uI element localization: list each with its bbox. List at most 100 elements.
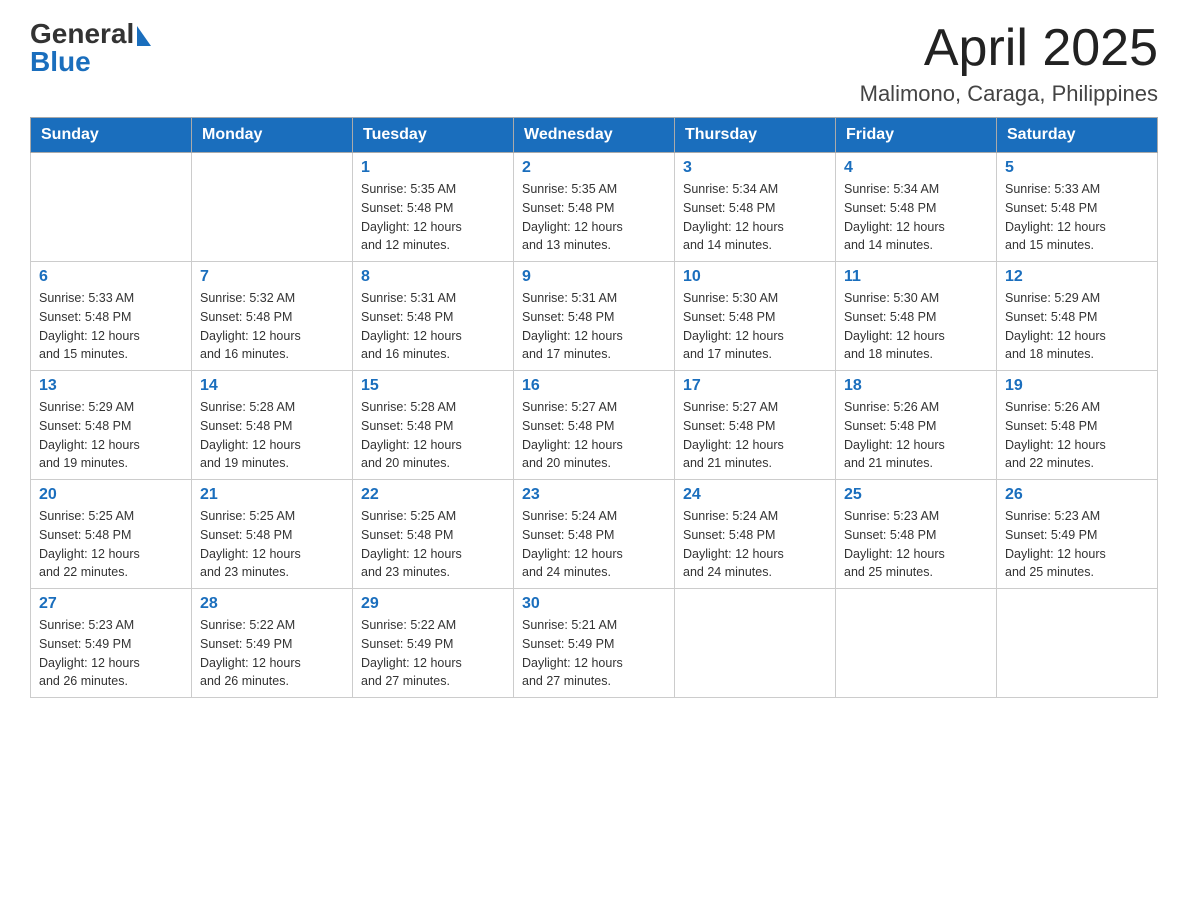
- day-number: 22: [361, 486, 505, 504]
- calendar-cell: 18 Sunrise: 5:26 AMSunset: 5:48 PMDayligh…: [836, 371, 997, 480]
- week-row-5: 27 Sunrise: 5:23 AMSunset: 5:49 PMDayligh…: [31, 589, 1158, 698]
- header-day-friday: Friday: [836, 118, 997, 153]
- header-day-wednesday: Wednesday: [514, 118, 675, 153]
- calendar-cell: [31, 153, 192, 262]
- calendar-cell: 23 Sunrise: 5:24 AMSunset: 5:48 PMDayligh…: [514, 480, 675, 589]
- day-info: Sunrise: 5:34 AMSunset: 5:48 PMDaylight:…: [683, 180, 827, 255]
- day-number: 20: [39, 486, 183, 504]
- calendar-cell: 21 Sunrise: 5:25 AMSunset: 5:48 PMDayligh…: [192, 480, 353, 589]
- day-number: 30: [522, 595, 666, 613]
- calendar-cell: 14Sunrise: 5:28 AMSunset: 5:48 PMDayligh…: [192, 371, 353, 480]
- calendar-cell: 1Sunrise: 5:35 AMSunset: 5:48 PMDaylight…: [353, 153, 514, 262]
- day-info: Sunrise: 5:35 AMSunset: 5:48 PMDaylight:…: [361, 180, 505, 255]
- day-info: Sunrise: 5:22 AMSunset: 5:49 PMDaylight:…: [200, 616, 344, 691]
- day-info: Sunrise: 5:26 AMSunset: 5:48 PMDaylight:…: [844, 398, 988, 473]
- day-info: Sunrise: 5:32 AMSunset: 5:48 PMDaylight:…: [200, 289, 344, 364]
- calendar-cell: 9Sunrise: 5:31 AMSunset: 5:48 PMDaylight…: [514, 262, 675, 371]
- day-number: 12: [1005, 268, 1149, 286]
- day-info: Sunrise: 5:27 AMSunset: 5:48 PMDaylight:…: [522, 398, 666, 473]
- day-number: 9: [522, 268, 666, 286]
- calendar-cell: 12 Sunrise: 5:29 AMSunset: 5:48 PMDayligh…: [997, 262, 1158, 371]
- logo-triangle-icon: [137, 26, 151, 46]
- week-row-2: 6 Sunrise: 5:33 AMSunset: 5:48 PMDaylight…: [31, 262, 1158, 371]
- day-info: Sunrise: 5:29 AMSunset: 5:48 PMDaylight:…: [39, 398, 183, 473]
- day-info: Sunrise: 5:23 AMSunset: 5:49 PMDaylight:…: [1005, 507, 1149, 582]
- header-day-tuesday: Tuesday: [353, 118, 514, 153]
- day-number: 18: [844, 377, 988, 395]
- day-info: Sunrise: 5:30 AMSunset: 5:48 PMDaylight:…: [844, 289, 988, 364]
- calendar-cell: 15 Sunrise: 5:28 AMSunset: 5:48 PMDayligh…: [353, 371, 514, 480]
- day-info: Sunrise: 5:30 AMSunset: 5:48 PMDaylight:…: [683, 289, 827, 364]
- day-info: Sunrise: 5:25 AMSunset: 5:48 PMDaylight:…: [361, 507, 505, 582]
- calendar-cell: 20Sunrise: 5:25 AMSunset: 5:48 PMDayligh…: [31, 480, 192, 589]
- day-info: Sunrise: 5:35 AMSunset: 5:48 PMDaylight:…: [522, 180, 666, 255]
- calendar-cell: 29 Sunrise: 5:22 AMSunset: 5:49 PMDayligh…: [353, 589, 514, 698]
- day-info: Sunrise: 5:24 AMSunset: 5:48 PMDaylight:…: [522, 507, 666, 582]
- header-row: SundayMondayTuesdayWednesdayThursdayFrid…: [31, 118, 1158, 153]
- calendar-cell: 28 Sunrise: 5:22 AMSunset: 5:49 PMDayligh…: [192, 589, 353, 698]
- day-number: 11: [844, 268, 988, 286]
- logo: General Blue: [30, 20, 151, 76]
- day-number: 29: [361, 595, 505, 613]
- header-day-sunday: Sunday: [31, 118, 192, 153]
- calendar-cell: 24Sunrise: 5:24 AMSunset: 5:48 PMDayligh…: [675, 480, 836, 589]
- location-subtitle: Malimono, Caraga, Philippines: [860, 81, 1158, 107]
- day-number: 6: [39, 268, 183, 286]
- calendar-cell: 30Sunrise: 5:21 AMSunset: 5:49 PMDayligh…: [514, 589, 675, 698]
- day-info: Sunrise: 5:33 AMSunset: 5:48 PMDaylight:…: [39, 289, 183, 364]
- day-info: Sunrise: 5:29 AMSunset: 5:48 PMDaylight:…: [1005, 289, 1149, 364]
- day-number: 27: [39, 595, 183, 613]
- day-info: Sunrise: 5:26 AMSunset: 5:48 PMDaylight:…: [1005, 398, 1149, 473]
- calendar-cell: 13 Sunrise: 5:29 AMSunset: 5:48 PMDayligh…: [31, 371, 192, 480]
- calendar-cell: 2 Sunrise: 5:35 AMSunset: 5:48 PMDaylight…: [514, 153, 675, 262]
- day-number: 3: [683, 159, 827, 177]
- calendar-cell: 27 Sunrise: 5:23 AMSunset: 5:49 PMDayligh…: [31, 589, 192, 698]
- day-number: 24: [683, 486, 827, 504]
- day-info: Sunrise: 5:31 AMSunset: 5:48 PMDaylight:…: [361, 289, 505, 364]
- calendar-table: SundayMondayTuesdayWednesdayThursdayFrid…: [30, 117, 1158, 698]
- title-section: April 2025 Malimono, Caraga, Philippines: [860, 20, 1158, 107]
- day-number: 25: [844, 486, 988, 504]
- day-number: 23: [522, 486, 666, 504]
- day-number: 10: [683, 268, 827, 286]
- day-info: Sunrise: 5:23 AMSunset: 5:49 PMDaylight:…: [39, 616, 183, 691]
- header-day-thursday: Thursday: [675, 118, 836, 153]
- day-number: 19: [1005, 377, 1149, 395]
- day-number: 21: [200, 486, 344, 504]
- day-number: 26: [1005, 486, 1149, 504]
- calendar-cell: 3 Sunrise: 5:34 AMSunset: 5:48 PMDaylight…: [675, 153, 836, 262]
- calendar-cell: 7Sunrise: 5:32 AMSunset: 5:48 PMDaylight…: [192, 262, 353, 371]
- calendar-cell: 4 Sunrise: 5:34 AMSunset: 5:48 PMDaylight…: [836, 153, 997, 262]
- day-info: Sunrise: 5:34 AMSunset: 5:48 PMDaylight:…: [844, 180, 988, 255]
- day-number: 16: [522, 377, 666, 395]
- calendar-cell: [192, 153, 353, 262]
- calendar-cell: 22 Sunrise: 5:25 AMSunset: 5:48 PMDayligh…: [353, 480, 514, 589]
- day-info: Sunrise: 5:27 AMSunset: 5:48 PMDaylight:…: [683, 398, 827, 473]
- day-number: 2: [522, 159, 666, 177]
- calendar-cell: 19 Sunrise: 5:26 AMSunset: 5:48 PMDayligh…: [997, 371, 1158, 480]
- calendar-cell: 11 Sunrise: 5:30 AMSunset: 5:48 PMDayligh…: [836, 262, 997, 371]
- calendar-cell: 10 Sunrise: 5:30 AMSunset: 5:48 PMDayligh…: [675, 262, 836, 371]
- day-number: 4: [844, 159, 988, 177]
- header-day-saturday: Saturday: [997, 118, 1158, 153]
- page-header: General Blue April 2025 Malimono, Caraga…: [30, 20, 1158, 107]
- day-number: 8: [361, 268, 505, 286]
- calendar-cell: [675, 589, 836, 698]
- day-info: Sunrise: 5:22 AMSunset: 5:49 PMDaylight:…: [361, 616, 505, 691]
- day-number: 28: [200, 595, 344, 613]
- week-row-4: 20 Sunrise: 5:25 AMSunset: 5:48 PMDayligh…: [31, 480, 1158, 589]
- day-info: Sunrise: 5:25 AMSunset: 5:48 PMDaylight:…: [200, 507, 344, 582]
- day-number: 17: [683, 377, 827, 395]
- day-info: Sunrise: 5:28 AMSunset: 5:48 PMDaylight:…: [361, 398, 505, 473]
- calendar-title: April 2025: [860, 20, 1158, 77]
- calendar-cell: [997, 589, 1158, 698]
- calendar-cell: 8 Sunrise: 5:31 AMSunset: 5:48 PMDaylight…: [353, 262, 514, 371]
- day-number: 13: [39, 377, 183, 395]
- day-number: 15: [361, 377, 505, 395]
- week-row-3: 13 Sunrise: 5:29 AMSunset: 5:48 PMDayligh…: [31, 371, 1158, 480]
- day-info: Sunrise: 5:33 AMSunset: 5:48 PMDaylight:…: [1005, 180, 1149, 255]
- calendar-body: 1Sunrise: 5:35 AMSunset: 5:48 PMDaylight…: [31, 153, 1158, 698]
- day-info: Sunrise: 5:28 AMSunset: 5:48 PMDaylight:…: [200, 398, 344, 473]
- logo-general-text: General: [30, 20, 151, 48]
- calendar-cell: 25Sunrise: 5:23 AMSunset: 5:48 PMDayligh…: [836, 480, 997, 589]
